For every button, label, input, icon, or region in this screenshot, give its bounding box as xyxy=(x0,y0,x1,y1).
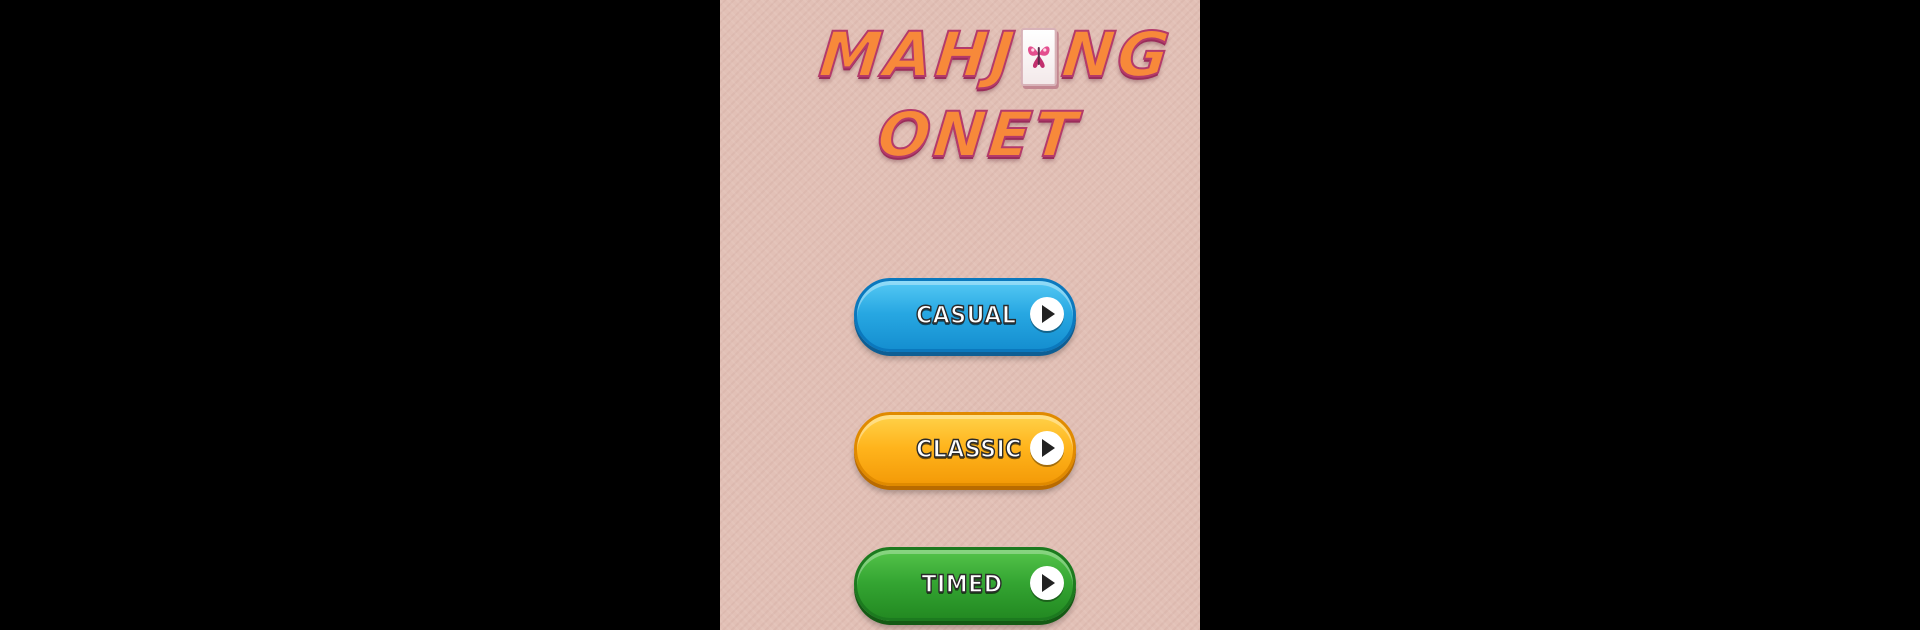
letterbox: MAHJ NG ONET CASUAL CLASSIC TIMED xyxy=(0,0,1920,630)
play-icon xyxy=(1030,566,1064,600)
logo-text-ng: NG xyxy=(1058,17,1176,92)
classic-mode-button[interactable]: CLASSIC xyxy=(854,412,1076,486)
butterfly-tile-icon xyxy=(1020,28,1057,86)
play-icon xyxy=(1030,431,1064,465)
play-icon xyxy=(1030,297,1064,331)
casual-mode-button[interactable]: CASUAL xyxy=(854,278,1076,352)
casual-button-label: CASUAL xyxy=(915,300,1017,330)
timed-button-label: TIMED xyxy=(921,569,1003,599)
logo-line-1: MAHJ NG xyxy=(815,17,1176,92)
logo-text-mahj: MAHJ xyxy=(815,17,1021,92)
classic-button-label: CLASSIC xyxy=(915,434,1022,464)
game-logo: MAHJ NG ONET xyxy=(720,14,1200,174)
game-screen: MAHJ NG ONET CASUAL CLASSIC TIMED xyxy=(720,0,1200,630)
logo-line-2: ONET xyxy=(873,97,1084,172)
timed-mode-button[interactable]: TIMED xyxy=(854,547,1076,621)
